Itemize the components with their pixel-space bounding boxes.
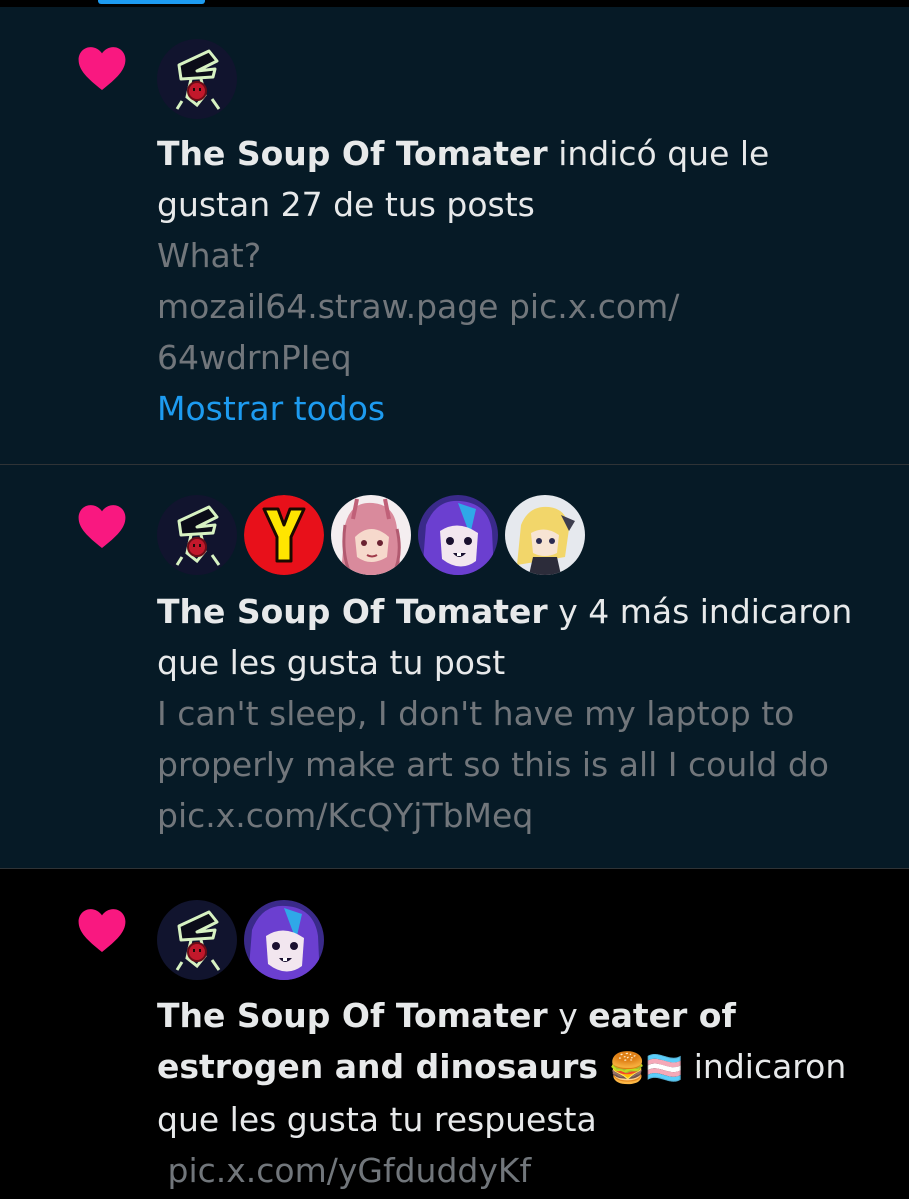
avatar-row bbox=[157, 495, 585, 575]
notifications-page: The Soup Of Tomater indicó que le gustan… bbox=[0, 0, 909, 1199]
post-preview-line: properly make art so this is all I could… bbox=[157, 745, 829, 784]
avatar-row bbox=[157, 39, 237, 119]
avatar-pink-haired[interactable] bbox=[331, 495, 411, 575]
heart-icon bbox=[78, 909, 126, 952]
notification-body: The Soup Of Tomater y 4 más indicaron qu… bbox=[157, 586, 877, 841]
notification-body: The Soup Of Tomater indicó que le gustan… bbox=[157, 128, 877, 434]
user-name[interactable]: The Soup Of Tomater bbox=[157, 592, 548, 631]
notification-body: The Soup Of Tomater y eater of estrogen … bbox=[157, 990, 877, 1196]
post-preview-line: I can't sleep, I don't have my laptop to bbox=[157, 694, 795, 733]
notification-item[interactable]: The Soup Of Tomater y eater of estrogen … bbox=[0, 869, 909, 1199]
heart-icon bbox=[78, 47, 126, 90]
notification-item[interactable]: The Soup Of Tomater y 4 más indicaron qu… bbox=[0, 465, 909, 869]
notification-item[interactable]: The Soup Of Tomater indicó que le gustan… bbox=[0, 7, 909, 465]
user-name[interactable]: The Soup Of Tomater bbox=[157, 996, 548, 1035]
connector-text: y bbox=[547, 996, 589, 1035]
user-name[interactable]: The Soup Of Tomater bbox=[157, 134, 548, 173]
avatar-blonde[interactable] bbox=[505, 495, 585, 575]
avatar-row bbox=[157, 900, 324, 980]
post-preview-line: pic.x.com/yGfduddyKf bbox=[157, 1151, 532, 1190]
show-all-link[interactable]: Mostrar todos bbox=[157, 383, 877, 434]
active-tab-indicator bbox=[98, 0, 205, 4]
avatar-soup-of-tomater[interactable] bbox=[157, 900, 237, 980]
post-preview-line: 64wdrnPIeq bbox=[157, 338, 352, 377]
avatar-soup-of-tomater[interactable] bbox=[157, 495, 237, 575]
avatar-purple-haired[interactable] bbox=[244, 900, 324, 980]
heart-icon bbox=[78, 505, 126, 548]
avatar-purple-haired[interactable] bbox=[418, 495, 498, 575]
post-preview-line: mozail64.straw.page pic.x.com/ bbox=[157, 287, 680, 326]
avatar-soup-of-tomater[interactable] bbox=[157, 39, 237, 119]
post-preview-line: What? bbox=[157, 236, 262, 275]
user-emoji: 🍔🏳️‍⚧️ bbox=[608, 1051, 684, 1086]
avatar-y-logo[interactable] bbox=[244, 495, 324, 575]
post-preview-line: pic.x.com/KcQYjTbMeq bbox=[157, 796, 534, 835]
